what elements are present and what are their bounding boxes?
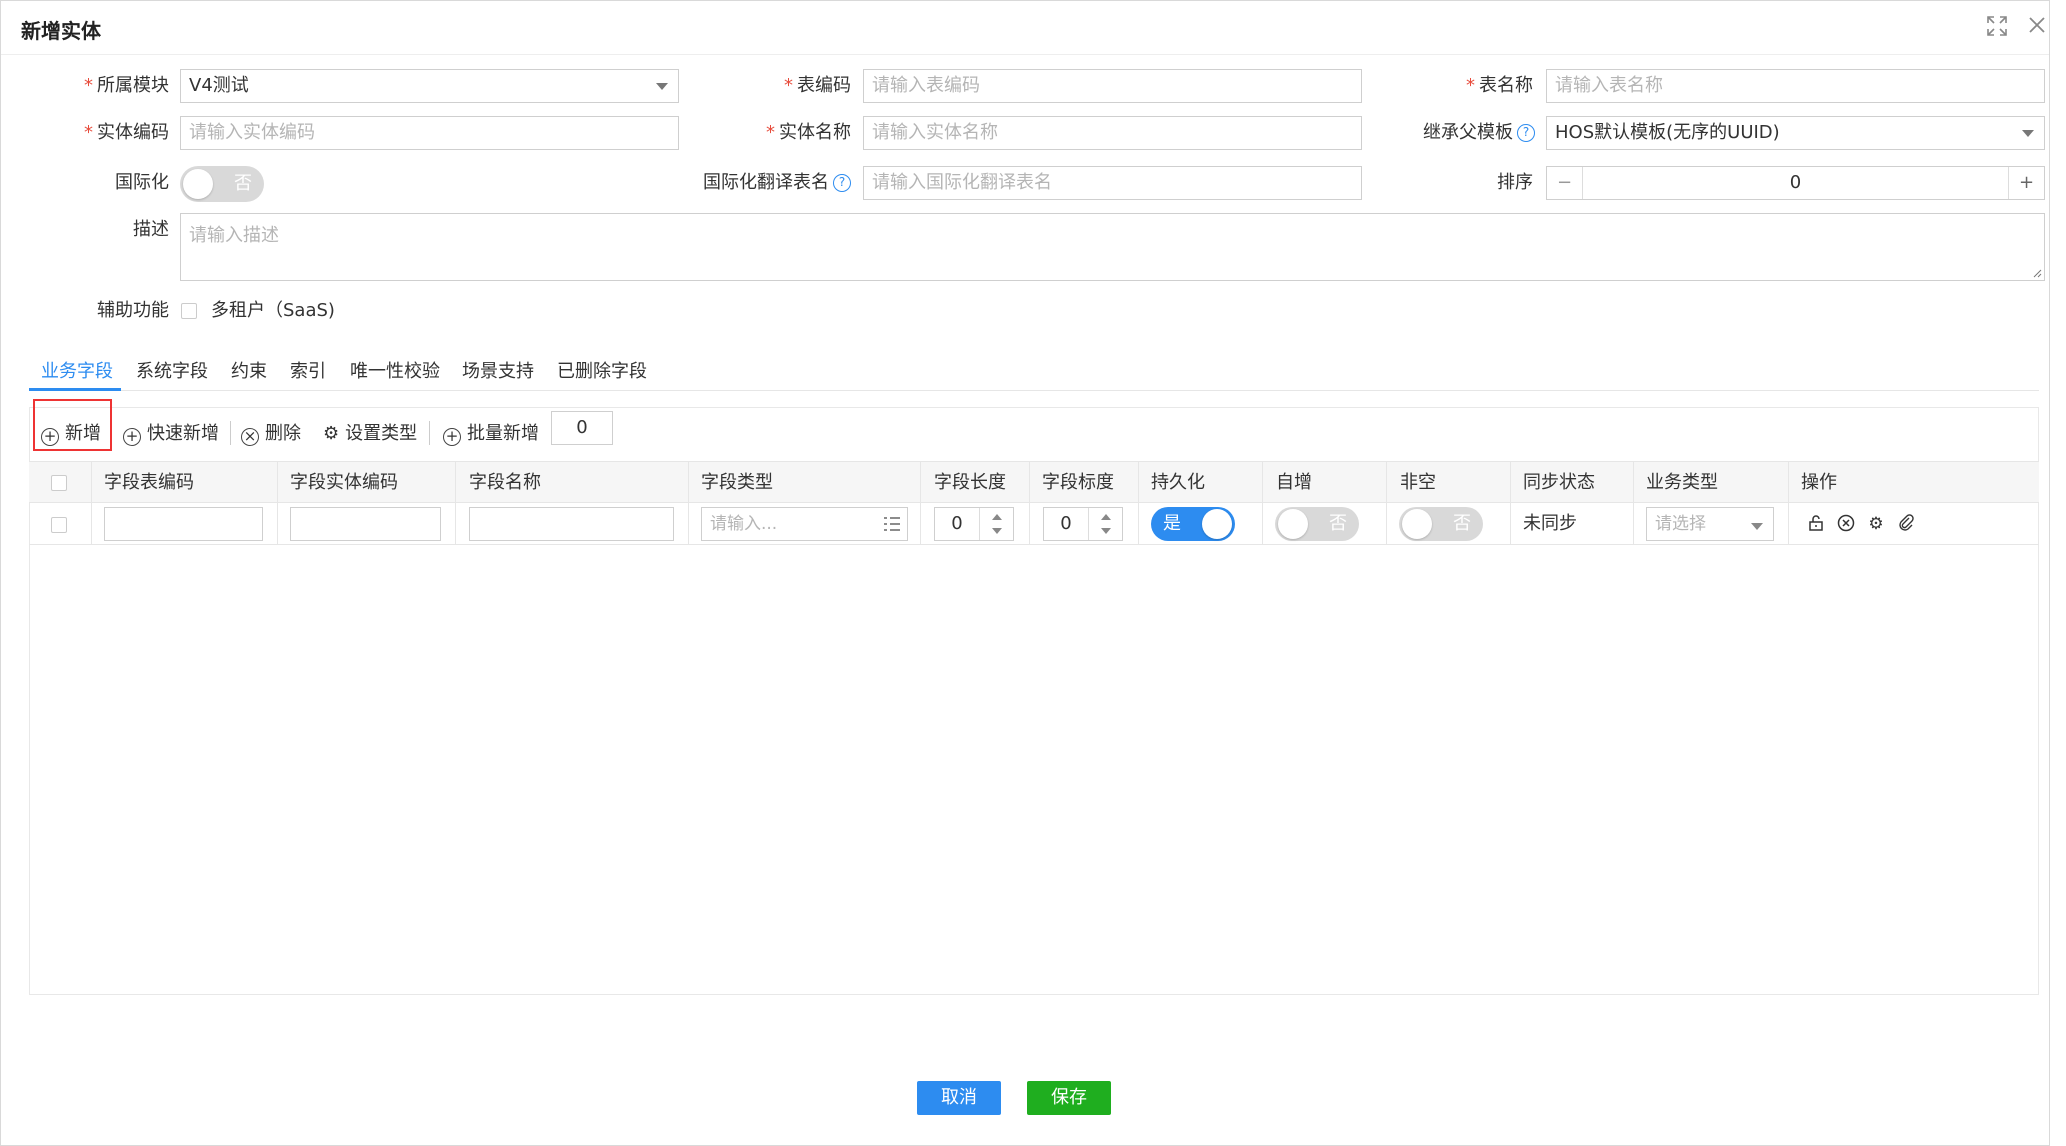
sort-increment-button[interactable]: +	[2008, 167, 2044, 199]
parent-template-label: 继承父模板?	[1381, 116, 1535, 150]
i18n-toggle[interactable]: 否	[180, 166, 264, 202]
select-all-checkbox[interactable]	[51, 475, 67, 491]
unlock-icon[interactable]	[1806, 514, 1826, 534]
col-field-scale: 字段标度	[1042, 472, 1114, 493]
field-tabs: 业务字段 系统字段 约束 索引 唯一性校验 场景支持 已删除字段	[29, 351, 2039, 391]
parent-template-select[interactable]: HOS默认模板(无序的UUID)	[1546, 116, 2045, 150]
gear-icon: ⚙	[323, 423, 340, 444]
plus-circle-icon: +	[443, 428, 461, 446]
multi-tenant-label: 多租户（SaaS)	[211, 300, 335, 321]
table-code-label: * 表编码	[784, 75, 851, 96]
paperclip-icon[interactable]	[1896, 514, 1916, 534]
sort-decrement-button[interactable]: −	[1547, 167, 1583, 199]
chevron-up-icon[interactable]	[992, 514, 1002, 520]
chevron-down-icon	[1751, 523, 1763, 530]
sort-stepper[interactable]: − 0 +	[1546, 166, 2045, 200]
resize-handle-icon[interactable]	[2032, 268, 2042, 278]
sort-label: 排序	[1497, 172, 1533, 193]
col-sync-status: 同步状态	[1523, 472, 1595, 493]
business-type-select[interactable]: 请选择	[1646, 507, 1774, 541]
description-textarea[interactable]: 请输入描述	[180, 213, 2045, 281]
dialog-title: 新增实体	[21, 19, 101, 43]
col-field-entity-code: 字段实体编码	[290, 472, 398, 493]
table-name-input[interactable]: 请输入表名称	[1546, 69, 2045, 103]
auto-increment-toggle[interactable]: 否	[1275, 507, 1359, 541]
description-label: 描述	[133, 219, 169, 240]
save-button[interactable]: 保存	[1027, 1081, 1111, 1115]
sort-value[interactable]: 0	[1583, 167, 2008, 199]
i18n-table-label: 国际化翻译表名?	[681, 166, 851, 200]
table-header: 字段表编码 字段实体编码 字段名称 字段类型 字段长度 字段标度 持久化 自增 …	[29, 461, 2039, 503]
chevron-down-icon[interactable]	[992, 528, 1002, 534]
tab-uniqueness-check[interactable]: 唯一性校验	[350, 357, 440, 383]
field-table-code-input[interactable]	[104, 507, 263, 541]
new-entity-dialog: 新增实体 * 所属模块 V4测试 * 表编码 请输入表编码 * 表名称 请输入表名称 …	[0, 0, 2050, 1146]
col-business-type: 业务类型	[1646, 472, 1718, 493]
persist-toggle[interactable]: 是	[1151, 507, 1235, 541]
help-icon[interactable]: ?	[1517, 124, 1535, 142]
plus-circle-icon: +	[41, 428, 59, 446]
tab-deleted-fields[interactable]: 已删除字段	[557, 357, 647, 383]
gear-icon[interactable]: ⚙	[1866, 514, 1886, 534]
not-null-toggle[interactable]: 否	[1399, 507, 1483, 541]
list-icon[interactable]	[883, 516, 901, 532]
toolbar-separator	[230, 421, 231, 445]
row-checkbox[interactable]	[51, 517, 67, 533]
set-type-button[interactable]: ⚙ 设置类型	[323, 419, 417, 449]
toolbar-separator	[429, 421, 430, 445]
plus-circle-icon: +	[123, 428, 141, 446]
chevron-down-icon	[656, 83, 668, 90]
field-name-input[interactable]	[469, 507, 674, 541]
col-field-table-code: 字段表编码	[104, 472, 194, 493]
col-persist: 持久化	[1151, 472, 1205, 493]
batch-add-button[interactable]: + 批量新增	[443, 419, 539, 449]
dialog-header: 新增实体	[1, 1, 2049, 55]
active-tab-indicator	[29, 388, 121, 391]
entity-code-label: * 实体编码	[84, 122, 169, 143]
col-not-null: 非空	[1400, 472, 1436, 493]
close-icon[interactable]	[2025, 15, 2049, 39]
tab-constraints[interactable]: 约束	[231, 357, 267, 383]
entity-code-input[interactable]: 请输入实体编码	[180, 116, 679, 150]
tab-indexes[interactable]: 索引	[290, 357, 326, 383]
close-circle-icon: ×	[241, 428, 259, 446]
field-length-stepper[interactable]: 0	[934, 507, 1014, 541]
i18n-label: 国际化	[115, 172, 169, 193]
field-scale-stepper[interactable]: 0	[1043, 507, 1123, 541]
col-actions: 操作	[1801, 472, 1837, 493]
module-label: * 所属模块	[84, 75, 169, 96]
col-field-type: 字段类型	[701, 472, 773, 493]
entity-name-label: * 实体名称	[766, 122, 851, 143]
delete-button[interactable]: × 删除	[241, 419, 301, 449]
tab-business-fields[interactable]: 业务字段	[41, 357, 113, 383]
table-code-input[interactable]: 请输入表编码	[863, 69, 1362, 103]
col-field-name: 字段名称	[469, 472, 541, 493]
cancel-button[interactable]: 取消	[917, 1081, 1001, 1115]
tab-system-fields[interactable]: 系统字段	[136, 357, 208, 383]
field-type-input[interactable]: 请输入...	[701, 507, 908, 541]
table-name-label: * 表名称	[1466, 75, 1533, 96]
col-auto-increment: 自增	[1276, 472, 1312, 493]
sync-status: 未同步	[1523, 513, 1577, 534]
close-circle-icon[interactable]	[1836, 514, 1856, 534]
chevron-down-icon[interactable]	[1101, 528, 1111, 534]
chevron-down-icon	[2022, 130, 2034, 137]
field-entity-code-input[interactable]	[290, 507, 441, 541]
multi-tenant-checkbox[interactable]	[181, 303, 197, 319]
tab-scenario-support[interactable]: 场景支持	[462, 357, 534, 383]
quick-add-button[interactable]: + 快速新增	[123, 419, 219, 449]
i18n-table-input[interactable]: 请输入国际化翻译表名	[863, 166, 1362, 200]
chevron-up-icon[interactable]	[1101, 514, 1111, 520]
add-button[interactable]: + 新增	[41, 419, 101, 449]
help-icon[interactable]: ?	[833, 174, 851, 192]
col-field-length: 字段长度	[934, 472, 1006, 493]
batch-count-input[interactable]: 0	[551, 411, 613, 445]
entity-name-input[interactable]: 请输入实体名称	[863, 116, 1362, 150]
aux-label: 辅助功能	[97, 300, 169, 321]
maximize-icon[interactable]	[1985, 15, 2009, 39]
module-select[interactable]: V4测试	[180, 69, 679, 103]
